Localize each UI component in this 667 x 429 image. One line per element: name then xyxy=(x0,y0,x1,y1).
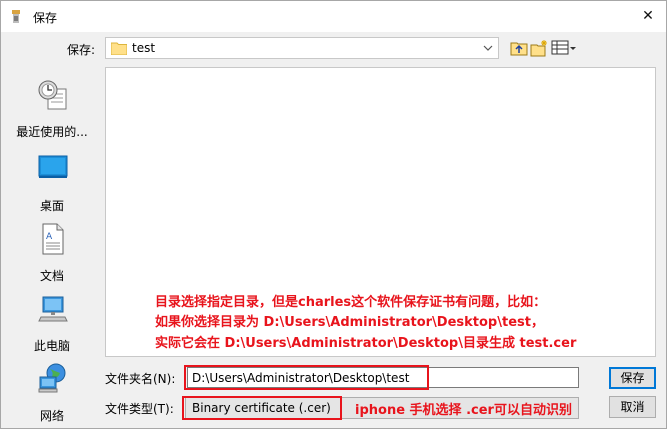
place-desktop-label: 桌面 xyxy=(39,199,64,213)
cancel-button[interactable]: 取消 xyxy=(609,396,656,418)
network-icon xyxy=(38,363,66,393)
recent-places-icon xyxy=(38,80,67,110)
annotation-line-2: 如果你选择目录为 D:\Users\Administrator\Desktop\… xyxy=(155,315,544,330)
app-icon xyxy=(12,10,20,23)
file-type-label: 文件类型(T): xyxy=(105,402,174,416)
save-dialog: 保存 ✕ 保存: test 最近使用的... 桌面 A 文档 此电脑 网络 目录… xyxy=(0,0,667,429)
save-in-value: test xyxy=(132,41,156,55)
annotation-line-1: 目录选择指定目录，但是charles这个软件保存证书有问题，比如： xyxy=(155,295,547,310)
window-title: 保存 xyxy=(33,11,58,25)
svg-text:A: A xyxy=(46,232,53,242)
place-recent-label: 最近使用的... xyxy=(16,125,88,139)
place-network[interactable]: 网络 xyxy=(8,363,96,425)
new-folder-icon[interactable] xyxy=(530,39,548,57)
close-button[interactable]: ✕ xyxy=(636,5,660,27)
save-in-dropdown[interactable]: test xyxy=(105,37,499,59)
place-documents-label: 文档 xyxy=(39,269,64,283)
folder-name-label: 文件夹名(N): xyxy=(105,372,176,386)
close-icon: ✕ xyxy=(642,8,654,24)
computer-icon xyxy=(38,296,68,322)
documents-icon: A xyxy=(42,223,64,255)
save-in-label: 保存: xyxy=(67,43,96,57)
save-button[interactable]: 保存 xyxy=(609,367,656,389)
place-computer[interactable]: 此电脑 xyxy=(8,293,96,355)
place-recent[interactable]: 最近使用的... xyxy=(8,79,96,141)
place-documents[interactable]: A 文档 xyxy=(8,223,96,285)
annotation-line-4: iphone 手机选择 .cer可以自动识别 xyxy=(355,403,572,418)
title-bar: 保存 ✕ xyxy=(1,1,666,32)
place-network-label: 网络 xyxy=(39,409,64,423)
annotation-line-3: 实际它会在 D:\Users\Administrator\Desktop\目录生… xyxy=(155,336,577,351)
place-computer-label: 此电脑 xyxy=(33,339,70,353)
chevron-down-icon xyxy=(483,45,493,51)
folder-icon xyxy=(111,42,127,55)
view-menu-icon[interactable] xyxy=(551,39,577,57)
file-type-value: Binary certificate (.cer) xyxy=(192,401,331,415)
folder-name-input[interactable] xyxy=(187,367,579,388)
places-bar: 最近使用的... 桌面 A 文档 此电脑 网络 xyxy=(8,67,96,423)
desktop-icon xyxy=(38,155,68,178)
up-folder-icon[interactable] xyxy=(510,39,528,57)
place-desktop[interactable]: 桌面 xyxy=(8,153,96,215)
